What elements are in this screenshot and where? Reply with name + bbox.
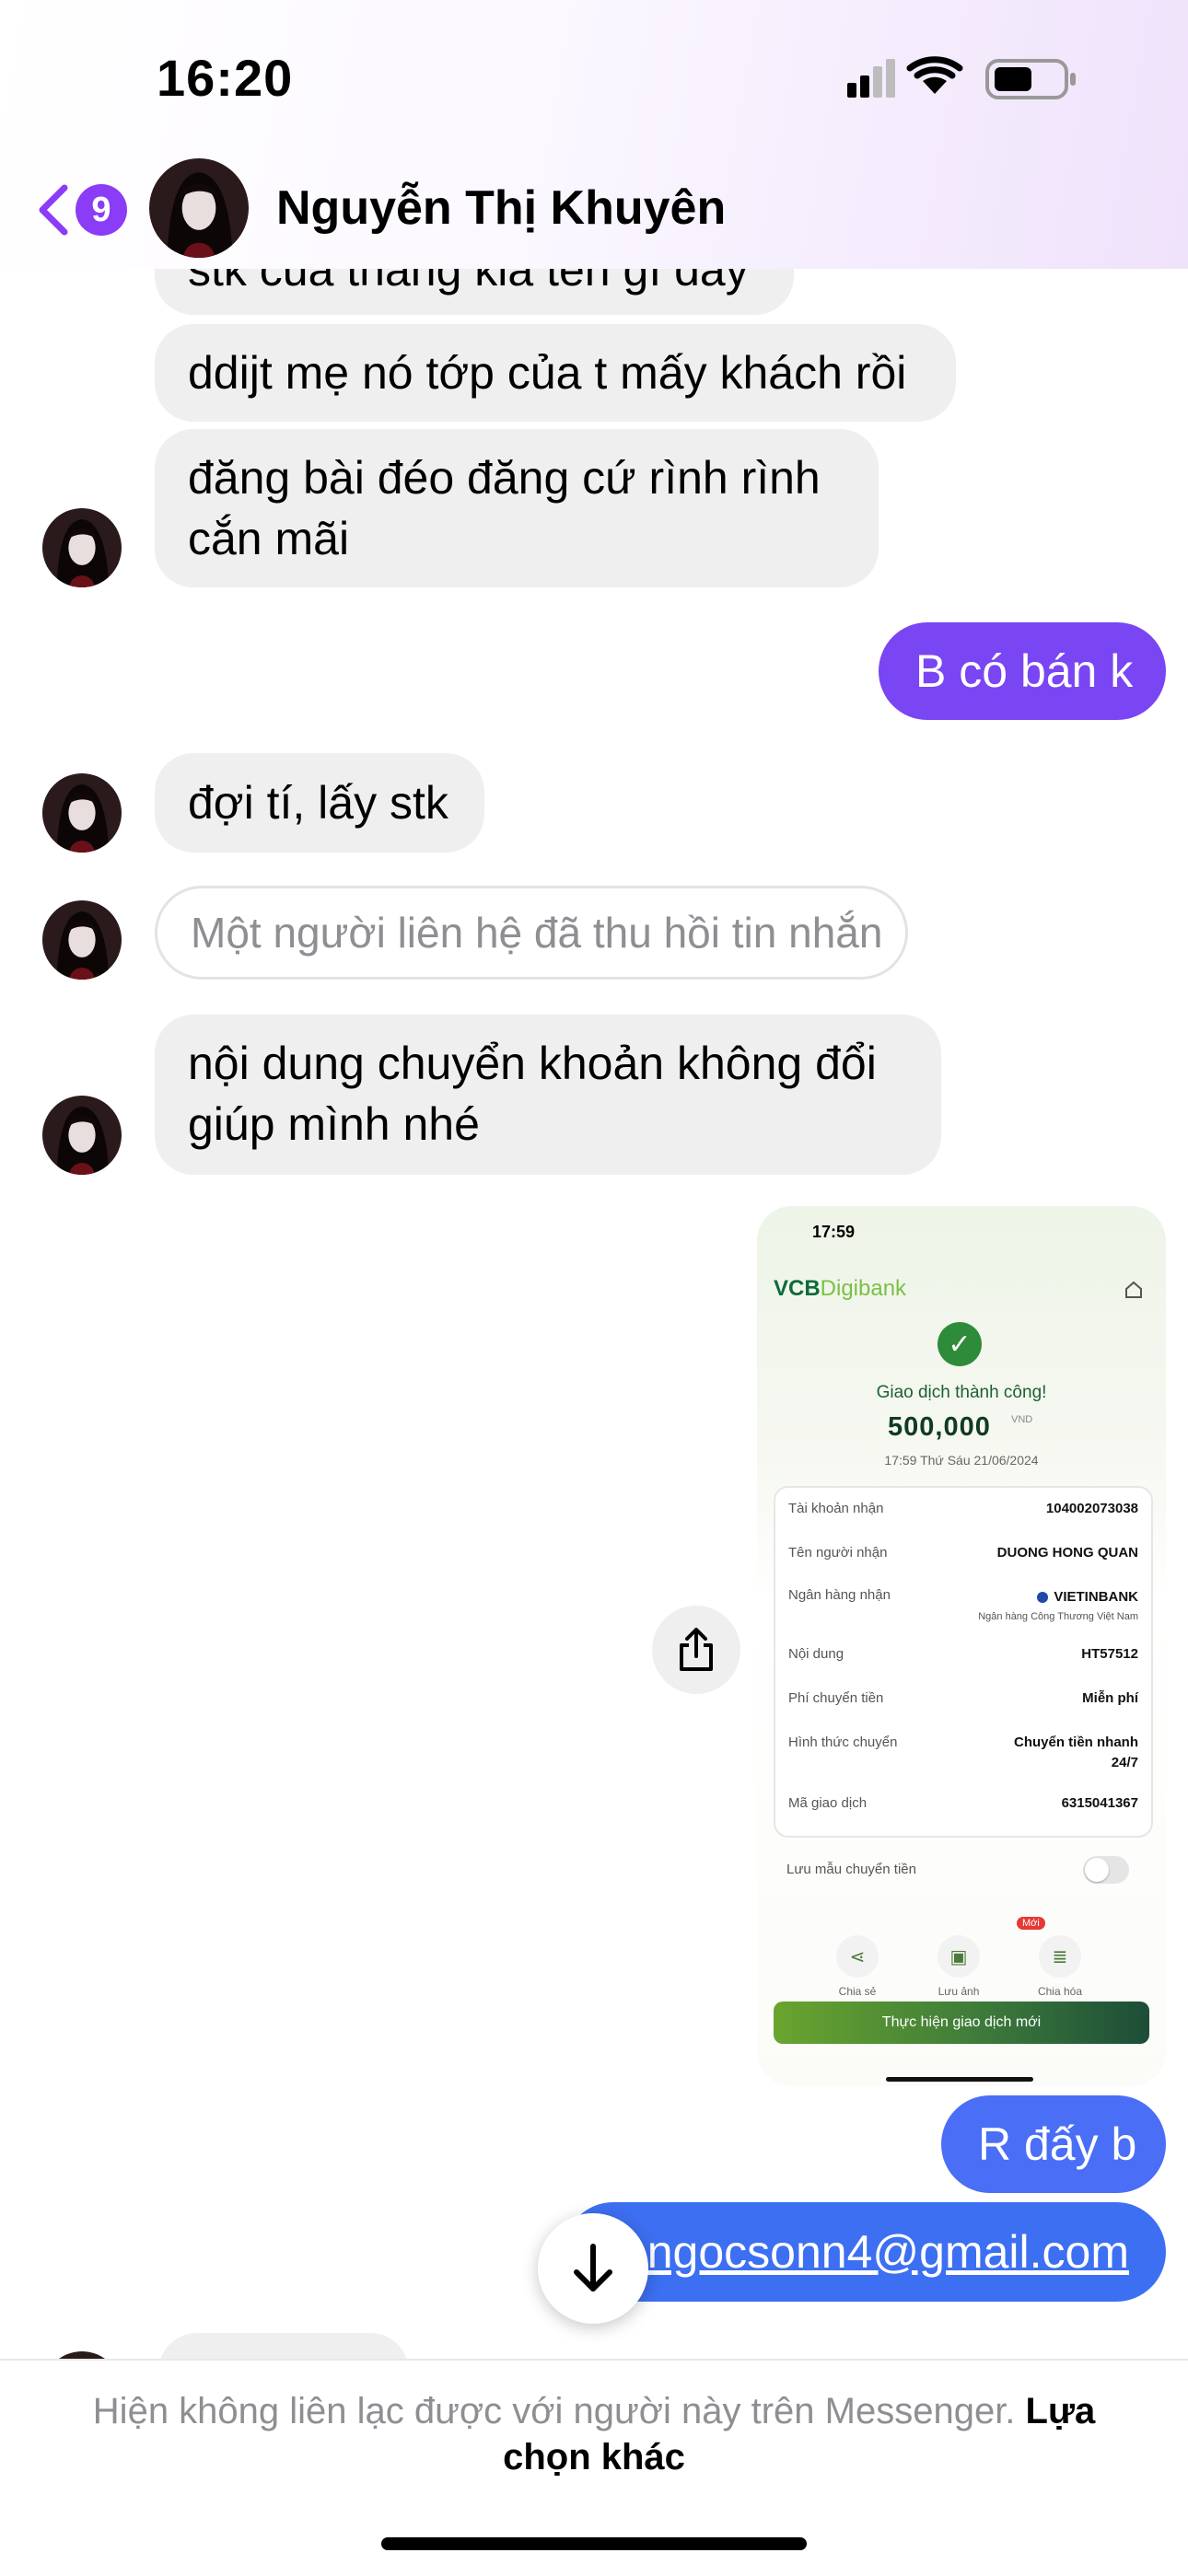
arrow-down-icon (574, 2244, 612, 2292)
receipt-details-card: Tài khoản nhận 104002073038 Tên người nh… (774, 1486, 1153, 1838)
sender-avatar[interactable] (42, 1096, 122, 1175)
message-text: đợi tí, lấy stk (188, 777, 448, 829)
message-outgoing[interactable]: ngocsonn4@gmail.com (564, 2202, 1166, 2302)
receipt-time: 17:59 (812, 1223, 856, 1241)
detail-value: DUONG HONG QUAN (996, 1545, 1138, 1561)
recalled-message: Một người liên hệ đã thu hồi tin nhắn (155, 886, 908, 980)
success-check-icon: ✓ (938, 1322, 982, 1366)
vietinbank-logo-icon (1037, 1592, 1049, 1604)
status-icons (847, 53, 1087, 105)
detail-value: Miễn phí (1082, 1690, 1138, 1706)
email-link[interactable]: ngocsonn4@gmail.com (647, 2225, 1129, 2279)
transaction-datetime: 17:59 Thứ Sáu 21/06/2024 (884, 1453, 1039, 1468)
receipt-home-indicator (886, 2077, 1033, 2082)
contact-name[interactable]: Nguyễn Thị Khuyên (276, 180, 726, 236)
sender-avatar[interactable] (42, 900, 122, 980)
share-button[interactable] (652, 1606, 740, 1694)
message-text: ddijt mẹ nó tớp của t mấy khách rồi (188, 347, 907, 399)
detail-label: Hình thức chuyển (788, 1735, 898, 1750)
unavailable-notice: Hiện không liên lạc được với người này t… (64, 2388, 1124, 2480)
home-icon (1125, 1281, 1142, 1298)
share-icon[interactable]: ⋖ (836, 1935, 879, 1978)
split-bill-icon[interactable]: ≣ (1039, 1935, 1081, 1978)
detail-label: Tài khoản nhận (788, 1501, 884, 1516)
detail-label: Tên người nhận (788, 1545, 888, 1561)
new-transaction-button[interactable]: Thực hiện giao dịch mới (774, 2002, 1149, 2044)
detail-value: 6315041367 (1061, 1795, 1138, 1811)
chevron-left-icon (39, 184, 68, 236)
sender-avatar[interactable] (42, 773, 122, 853)
message-incoming[interactable]: ddijt mẹ nó tớp của t mấy khách rồi (155, 324, 956, 422)
bank-logo-a: VCB (774, 1276, 821, 1301)
detail-label: Mã giao dịch (788, 1795, 868, 1811)
bank-name: VIETINBANK (1054, 1589, 1138, 1605)
scroll-to-bottom-button[interactable] (538, 2213, 648, 2324)
transaction-status: Giao dịch thành công! (876, 1383, 1047, 1402)
message-text-line: nội dung chuyển khoản không đổi (188, 1038, 877, 1089)
share-icon (680, 1628, 713, 1671)
detail-value: HT57512 (1081, 1646, 1138, 1662)
detail-value: 24/7 (1111, 1755, 1138, 1770)
signal-icon (847, 56, 1076, 99)
save-template-toggle[interactable] (1083, 1856, 1129, 1884)
message-text-line: đăng bài đéo đăng cứ rình rình (188, 452, 821, 504)
back-button[interactable]: 9 (35, 175, 127, 245)
message-text: B có bán k (915, 645, 1134, 697)
message-incoming[interactable]: nội dung chuyển khoản không đổi giúp mìn… (155, 1015, 941, 1175)
message-text-line: cắn mãi (188, 513, 350, 564)
sender-avatar[interactable] (42, 508, 122, 587)
detail-value: VIETINBANK (1037, 1589, 1138, 1605)
detail-label: Phí chuyển tiền (788, 1690, 884, 1706)
message-incoming[interactable]: đăng bài đéo đăng cứ rình rình cắn mãi (155, 429, 879, 587)
transaction-amount: 500,000 (888, 1412, 991, 1442)
message-incoming[interactable]: đợi tí, lấy stk (155, 753, 484, 853)
unread-badge: 9 (76, 184, 127, 236)
message-outgoing[interactable]: B có bán k (879, 622, 1166, 720)
receipt-image[interactable]: 17:59 VCBDigibank ✓ Giao dịch thành công… (757, 1206, 1166, 2086)
bank-logo-b: Digibank (820, 1276, 907, 1301)
detail-label: Ngân hàng nhận (788, 1587, 891, 1603)
contact-avatar[interactable] (149, 158, 249, 258)
unavailable-message: Hiện không liên lạc được với người này t… (92, 2391, 1016, 2431)
new-badge: Mới (1017, 1917, 1045, 1930)
message-text-line: giúp mình nhé (188, 1098, 480, 1150)
action-label: Chia sẻ (838, 1985, 877, 1998)
save-image-icon[interactable]: ▣ (938, 1935, 980, 1978)
detail-value: 104002073038 (1045, 1501, 1138, 1516)
action-label: Chia hóa (1037, 1985, 1083, 1998)
save-template-label: Lưu mẫu chuyển tiền (786, 1862, 916, 1877)
message-outgoing[interactable]: R đấy b (941, 2095, 1166, 2193)
action-label: Lưu ảnh (938, 1985, 980, 1998)
home-indicator (381, 2537, 807, 2550)
detail-sub: Ngân hàng Công Thương Việt Nam (978, 1611, 1138, 1622)
bank-logo: VCBDigibank (774, 1276, 906, 1302)
message-text: R đấy b (978, 2118, 1137, 2170)
detail-value: Chuyển tiền nhanh (1014, 1735, 1138, 1750)
detail-label: Nội dung (788, 1646, 844, 1662)
currency-label: VND (1011, 1414, 1033, 1425)
status-time: 16:20 (157, 49, 294, 107)
